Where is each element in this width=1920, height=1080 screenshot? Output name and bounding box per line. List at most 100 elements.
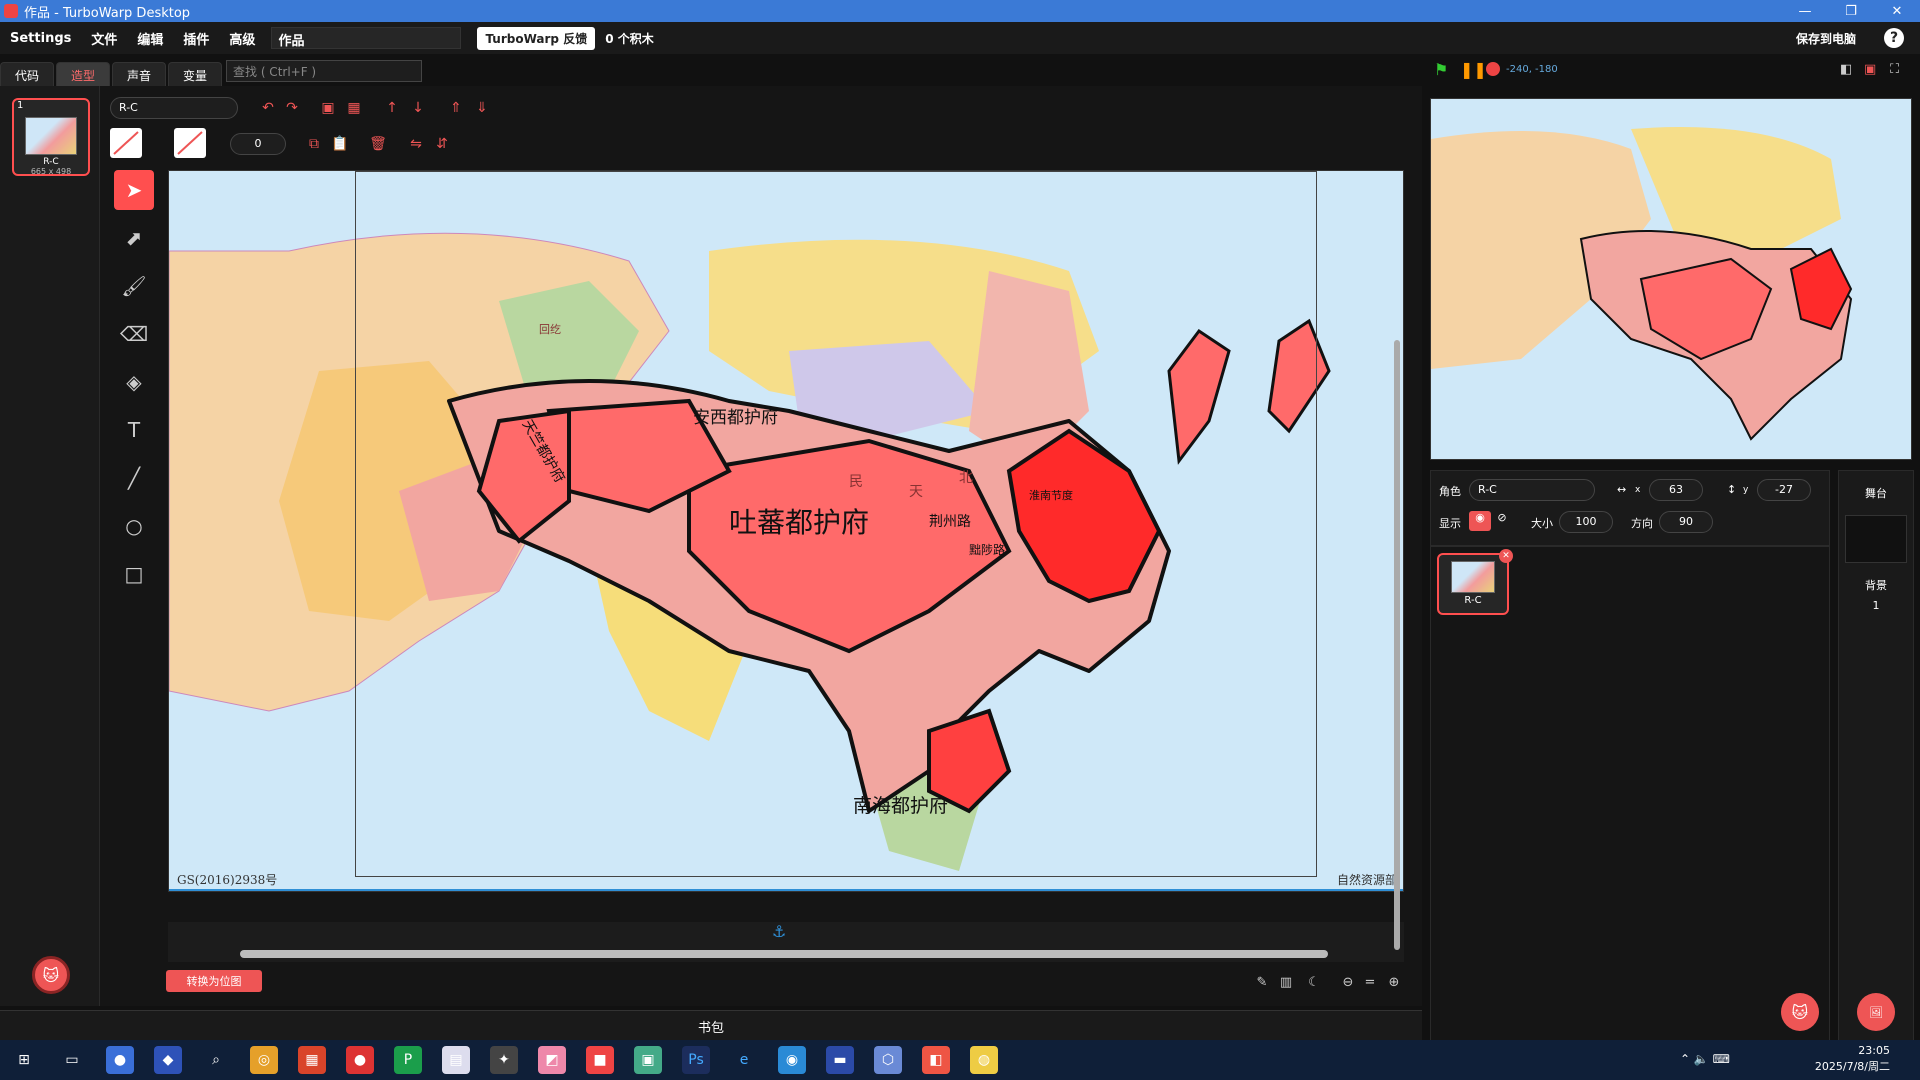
app-icon[interactable]: ⬡ [874,1046,902,1074]
menu-settings[interactable]: Settings [0,31,81,46]
sprite-name-input[interactable]: R-C [1469,479,1595,501]
green-flag-icon[interactable]: ⚑ [1434,60,1448,79]
tab-costumes[interactable]: 造型 [56,62,111,86]
add-sprite-icon[interactable]: 🐱 [1781,993,1819,1031]
backward-icon[interactable]: ↓ [408,98,428,118]
show-hidden-icon[interactable]: ⊘ [1491,511,1513,531]
group-icon[interactable]: ▣ [318,98,338,118]
undo-icon[interactable]: ↶ [258,98,278,118]
small-stage-icon[interactable]: ◧ [1840,62,1852,77]
start-icon[interactable]: ⊞ [10,1046,38,1074]
fullscreen-icon[interactable]: ⛶ [1890,62,1899,77]
brush-off-icon[interactable]: ✎ [1252,972,1272,992]
sprite-y-input[interactable]: -27 [1757,479,1811,501]
sprite-direction-input[interactable]: 90 [1659,511,1713,533]
forward-icon[interactable]: ↑ [382,98,402,118]
flip-vertical-icon[interactable]: ⇵ [432,134,452,154]
fill-tool-icon[interactable]: ◈ [114,362,154,402]
help-icon[interactable]: ? [1884,28,1904,48]
flip-horizontal-icon[interactable]: ⇋ [406,134,426,154]
app-icon[interactable]: ✦ [490,1046,518,1074]
close-window-button[interactable]: ✕ [1874,0,1920,22]
show-visible-icon[interactable]: ◉ [1469,511,1491,531]
app-icon[interactable]: ◆ [154,1046,182,1074]
costume-tile[interactable]: 1 R-C 665 x 498 [12,98,90,176]
fill-color-swatch[interactable] [110,128,142,158]
stage-preview[interactable] [1430,98,1912,460]
line-tool-icon[interactable]: ╱ [114,458,154,498]
system-clock[interactable]: 23:05 2025/7/8/周二 [1815,1043,1890,1075]
delete-icon[interactable]: 🗑 [368,134,388,154]
menu-edit[interactable]: 编辑 [127,29,173,48]
paste-icon[interactable]: 📋 [330,134,350,154]
convert-to-bitmap-button[interactable]: 转换为位图 [166,970,262,992]
edge-icon[interactable]: ◉ [778,1046,806,1074]
stage-target-pane[interactable]: 舞台 背景 1 🖼 [1838,470,1914,1046]
app-icon[interactable]: ● [346,1046,374,1074]
costume-list: 1 R-C 665 x 498 [0,86,100,1006]
tab-code[interactable]: 代码 [0,62,55,86]
text-tool-icon[interactable]: T [114,410,154,450]
eraser-tool-icon[interactable]: ⌫ [114,314,154,354]
app-icon[interactable]: ▣ [634,1046,662,1074]
menu-file[interactable]: 文件 [81,29,127,48]
outline-color-swatch[interactable] [174,128,206,158]
menu-advanced[interactable]: 高级 [219,29,265,48]
app-icon[interactable]: ▦ [298,1046,326,1074]
save-to-computer-button[interactable]: 保存到电脑 [1796,30,1856,47]
costume-name-input[interactable]: R-C [110,97,238,119]
menu-addons[interactable]: 插件 [173,29,219,48]
large-stage-icon[interactable]: ▣ [1864,62,1876,77]
pixel-grid-icon[interactable]: ▥ [1276,972,1296,992]
sprite-tile[interactable]: R-C ✕ [1437,549,1513,615]
back-icon[interactable]: ⇓ [472,98,492,118]
copy-icon[interactable]: ⧉ [304,134,324,154]
restore-button[interactable]: ❐ [1828,0,1874,22]
tab-variables[interactable]: 变量 [168,62,223,86]
backpack-bar[interactable]: 书包 [0,1010,1422,1042]
project-title-input[interactable]: 作品 [271,27,462,49]
app-icon[interactable]: ◧ [922,1046,950,1074]
app-icon[interactable]: ● [106,1046,134,1074]
tab-sounds[interactable]: 声音 [112,62,167,86]
zoom-reset-icon[interactable]: = [1360,972,1380,992]
app-icon[interactable]: ◩ [538,1046,566,1074]
front-icon[interactable]: ⇑ [446,98,466,118]
canvas-vertical-scrollbar[interactable] [1394,340,1400,950]
feedback-button[interactable]: TurboWarp 反馈 [477,26,596,50]
zoom-out-icon[interactable]: ⊖ [1338,972,1358,992]
stop-icon[interactable] [1486,62,1500,76]
redo-icon[interactable]: ↷ [282,98,302,118]
add-backdrop-icon[interactable]: 🖼 [1857,993,1895,1031]
app-icon[interactable]: ▤ [442,1046,470,1074]
sprite-size-input[interactable]: 100 [1559,511,1613,533]
delete-sprite-icon[interactable]: ✕ [1499,549,1513,563]
brush-tool-icon[interactable]: 🖌 [114,266,154,306]
tray-icons[interactable]: ⌃ 🔈 ⌨ [1680,1052,1730,1066]
photoshop-icon[interactable]: Ps [682,1046,710,1074]
select-tool-icon[interactable]: ➤ [114,170,154,210]
dark-mode-icon[interactable]: ☾ [1304,972,1324,992]
rectangle-tool-icon[interactable]: □ [114,554,154,594]
outline-width-input[interactable]: 0 [230,133,286,155]
circle-tool-icon[interactable]: ○ [114,506,154,546]
stage-pane-title: 舞台 [1865,487,1887,500]
add-costume-icon[interactable]: 🐱 [32,956,70,994]
ungroup-icon[interactable]: ▦ [344,98,364,118]
pause-icon[interactable]: ❚❚ [1460,60,1487,79]
app-icon[interactable]: ◍ [970,1046,998,1074]
task-view-icon[interactable]: ▭ [58,1046,86,1074]
app-icon[interactable]: ▬ [826,1046,854,1074]
paint-canvas[interactable]: 安西都护府 天竺都护府 吐蕃都护府 南海都护府 荆州路 黜陟路 淮南节度 回纥 … [168,170,1404,892]
pycharm-icon[interactable]: P [394,1046,422,1074]
minimize-button[interactable]: — [1782,0,1828,22]
canvas-horizontal-scrollbar[interactable] [240,950,1328,958]
ie-icon[interactable]: e [730,1046,758,1074]
zoom-in-icon[interactable]: ⊕ [1384,972,1404,992]
find-input[interactable]: 查找 ( Ctrl+F ) [226,60,422,82]
reshape-tool-icon[interactable]: ⬈ [114,218,154,258]
sprite-x-input[interactable]: 63 [1649,479,1703,501]
chrome-icon[interactable]: ◎ [250,1046,278,1074]
search-icon[interactable]: ⌕ [202,1046,230,1074]
turbowarp-taskbar-icon[interactable]: ■ [586,1046,614,1074]
